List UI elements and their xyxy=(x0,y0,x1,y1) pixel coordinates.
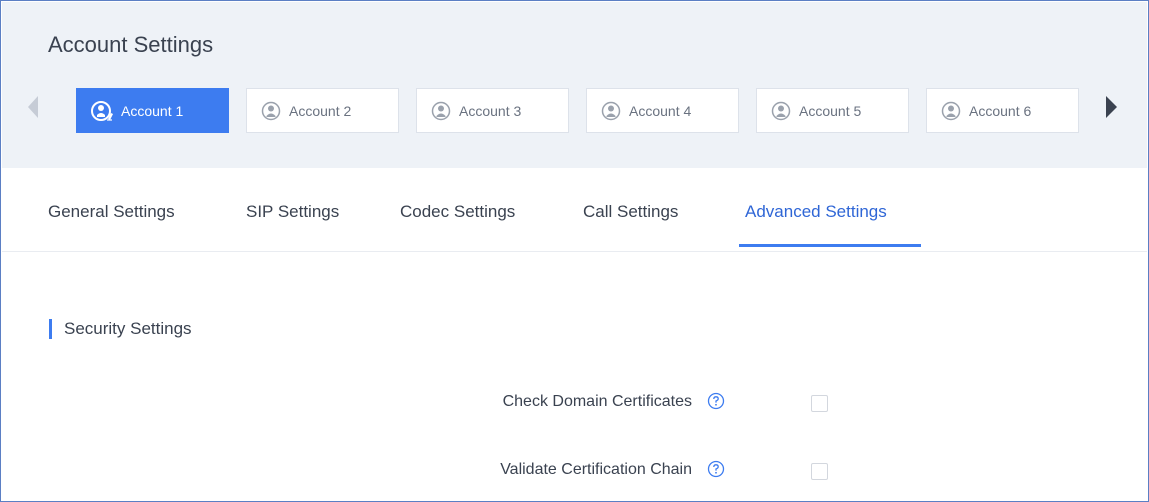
account-tab-5[interactable]: Account 5 xyxy=(756,88,909,133)
account-tab-label: Account 6 xyxy=(969,102,1032,119)
account-tab-1[interactable]: Account 1 xyxy=(76,88,229,133)
tab-call-settings[interactable]: Call Settings xyxy=(583,202,678,222)
account-tabs: Account 1 Account 2 Account 3 Account 4 … xyxy=(76,88,1079,133)
help-circle-icon[interactable] xyxy=(707,392,725,415)
account-tab-label: Account 1 xyxy=(121,102,184,119)
account-tab-2[interactable]: Account 2 xyxy=(246,88,399,133)
check-domain-certificates-checkbox[interactable] xyxy=(811,395,828,412)
tab-general-settings[interactable]: General Settings xyxy=(48,202,175,222)
account-tab-4[interactable]: Account 4 xyxy=(586,88,739,133)
account-tab-label: Account 4 xyxy=(629,102,692,119)
account-icon xyxy=(431,101,451,121)
tab-advanced-settings[interactable]: Advanced Settings xyxy=(745,202,887,222)
account-tab-6[interactable]: Account 6 xyxy=(926,88,1079,133)
account-icon xyxy=(771,101,791,121)
account-icon xyxy=(601,101,621,121)
arrow-right-icon[interactable] xyxy=(1106,96,1117,118)
help-circle-icon[interactable] xyxy=(707,460,725,483)
account-header: Account Settings Account 1 Account 2 Acc… xyxy=(2,2,1147,168)
account-edit-icon xyxy=(91,100,117,122)
account-tab-label: Account 2 xyxy=(289,102,352,119)
validate-certification-chain-label: Validate Certification Chain xyxy=(500,461,692,478)
tab-codec-settings[interactable]: Codec Settings xyxy=(400,202,515,222)
account-icon xyxy=(941,101,961,121)
section-marker xyxy=(49,319,52,339)
section-title: Security Settings xyxy=(64,319,192,338)
tab-sip-settings[interactable]: SIP Settings xyxy=(246,202,339,222)
page-title: Account Settings xyxy=(48,32,214,57)
check-domain-certificates-label: Check Domain Certificates xyxy=(502,393,692,410)
active-tab-indicator xyxy=(739,244,921,247)
account-tab-label: Account 5 xyxy=(799,102,862,119)
arrow-left-icon[interactable] xyxy=(28,96,38,118)
account-icon xyxy=(261,101,281,121)
validate-certification-chain-checkbox[interactable] xyxy=(811,463,828,480)
account-tab-label: Account 3 xyxy=(459,102,522,119)
settings-tabs: General Settings SIP Settings Codec Sett… xyxy=(2,168,1147,252)
app-frame: Account Settings Account 1 Account 2 Acc… xyxy=(0,0,1149,502)
account-tab-3[interactable]: Account 3 xyxy=(416,88,569,133)
